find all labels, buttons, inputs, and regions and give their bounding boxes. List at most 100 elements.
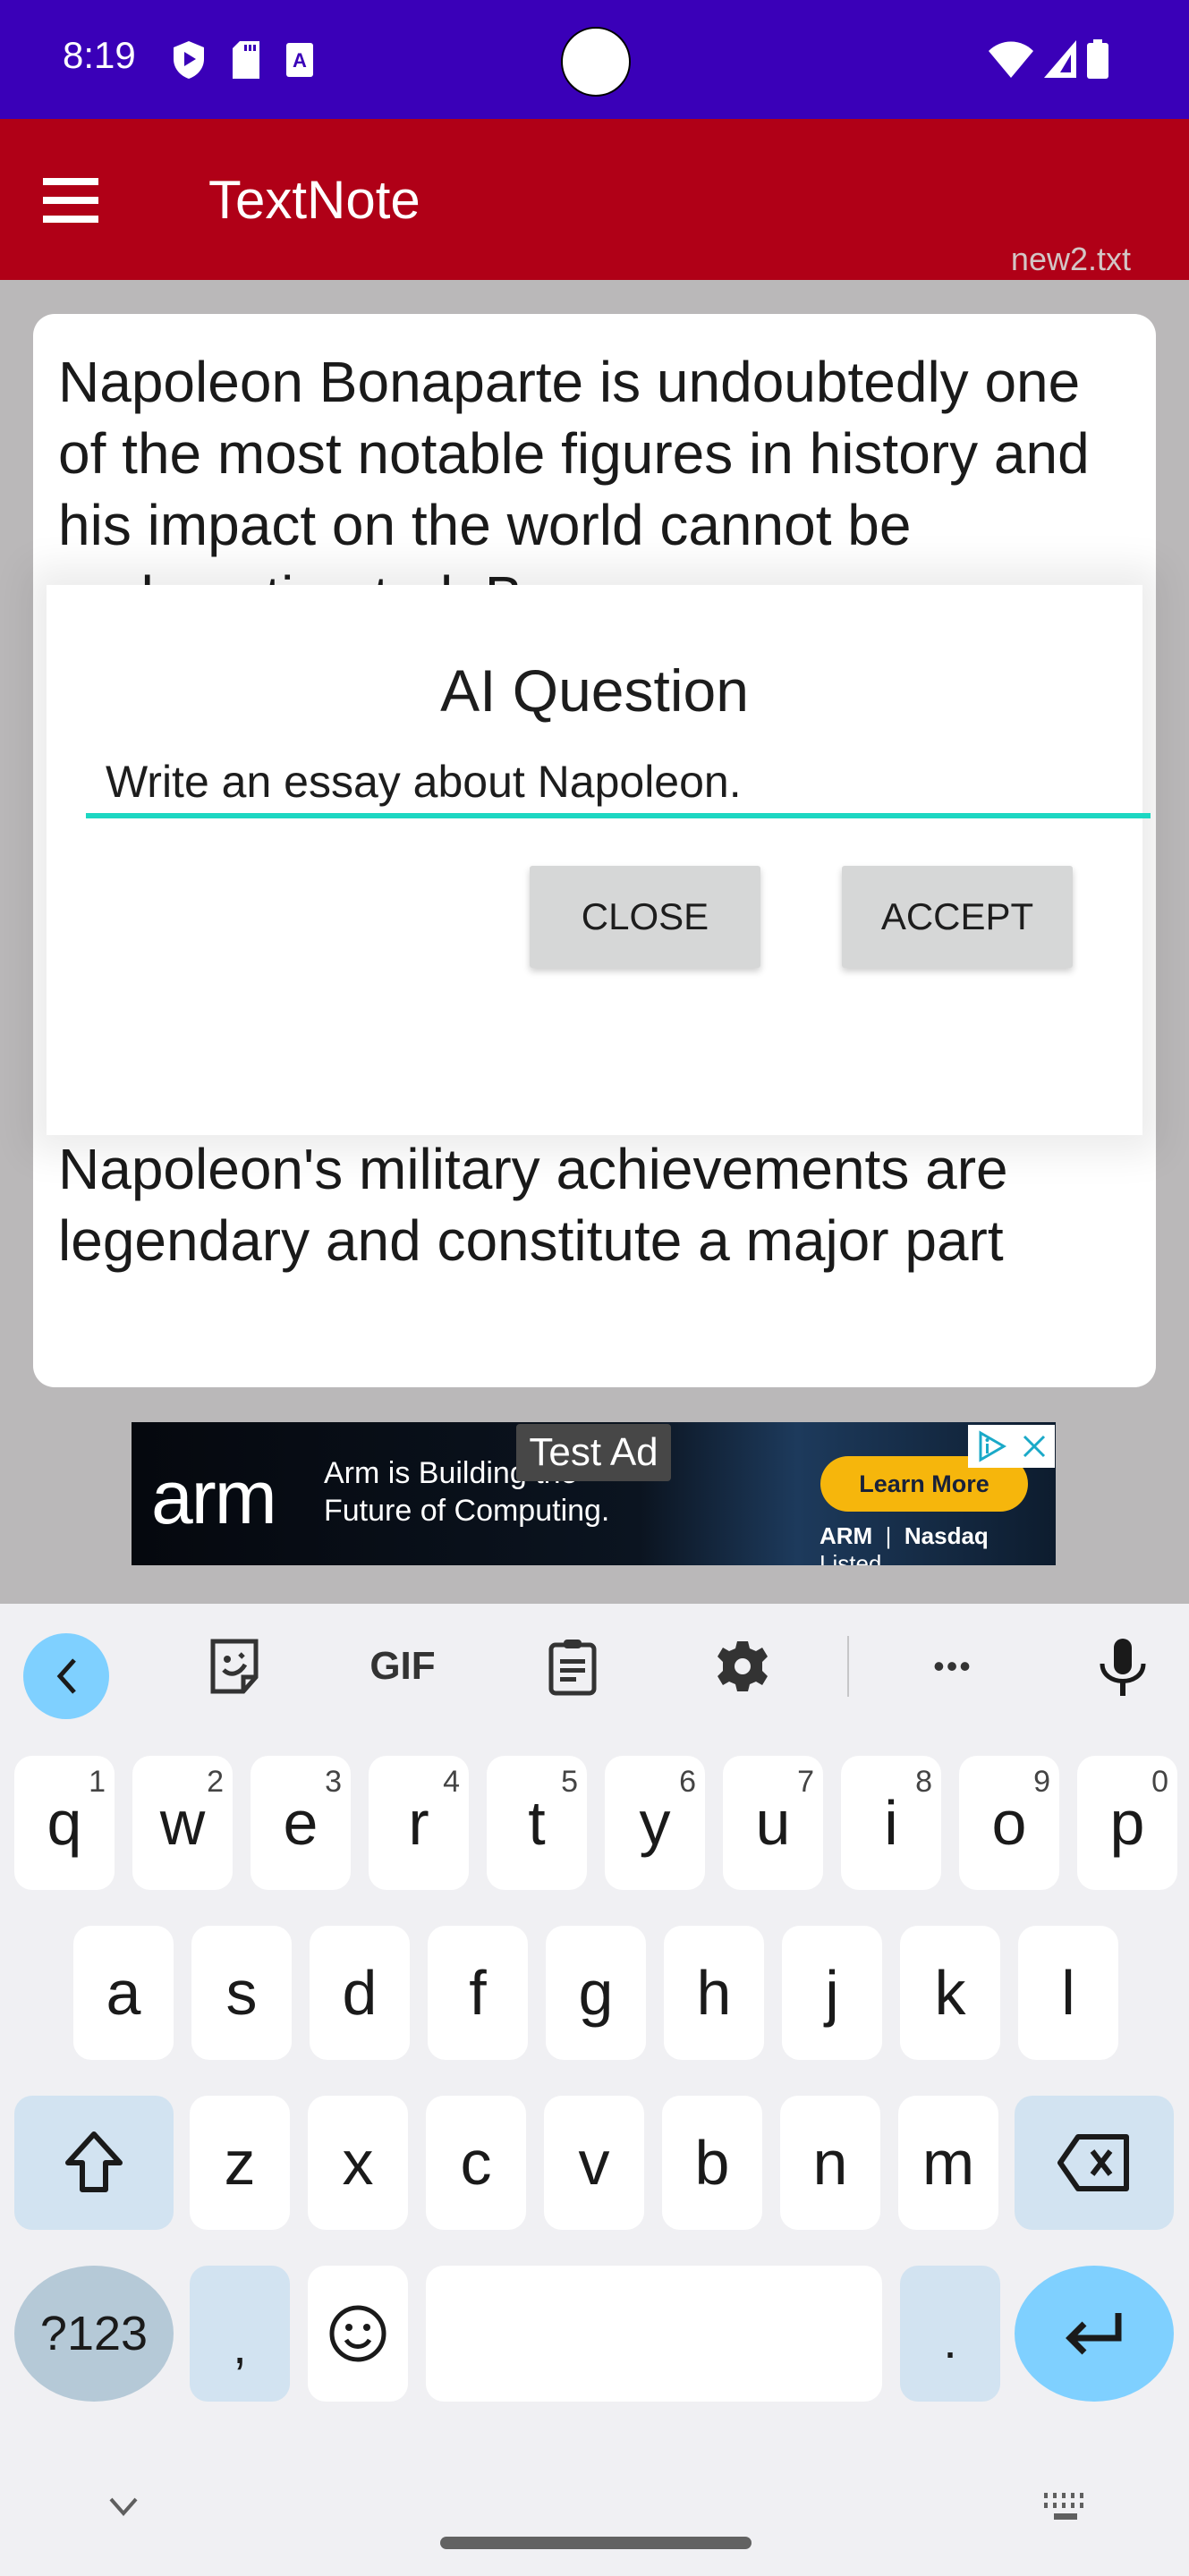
keyboard-a-icon: A	[286, 43, 313, 77]
key-o[interactable]: o9	[959, 1756, 1059, 1890]
key-label: u	[755, 1788, 791, 1858]
key-hint: 3	[325, 1765, 342, 1799]
key-hint: 8	[915, 1765, 932, 1799]
key-t[interactable]: t5	[487, 1756, 587, 1890]
adchoices-icon[interactable]	[975, 1430, 1007, 1462]
ai-question-input[interactable]	[86, 750, 1151, 818]
key-label: w	[159, 1788, 206, 1858]
key-label: o	[991, 1788, 1027, 1858]
key-a[interactable]: a	[73, 1926, 174, 2060]
key-label: y	[639, 1788, 671, 1858]
key-u[interactable]: u7	[723, 1756, 823, 1890]
ad-choices[interactable]	[968, 1425, 1055, 1468]
comma-key[interactable]: ,	[190, 2266, 290, 2402]
shift-icon	[65, 2131, 123, 2192]
chevron-left-icon	[56, 1658, 76, 1694]
key-z[interactable]: z	[190, 2096, 290, 2230]
close-button[interactable]: CLOSE	[530, 866, 760, 968]
gif-button[interactable]: GIF	[362, 1623, 443, 1709]
emoji-icon	[329, 2305, 386, 2362]
key-v[interactable]: v	[544, 2096, 644, 2230]
svg-text:A: A	[293, 49, 307, 72]
play-protect-icon	[174, 41, 204, 79]
hide-keyboard-button[interactable]	[106, 2496, 141, 2521]
keyboard-switch-icon	[1044, 2493, 1083, 2520]
period-key[interactable]: .	[900, 2266, 1000, 2402]
key-hint: 7	[797, 1765, 814, 1799]
key-p[interactable]: p0	[1077, 1756, 1177, 1890]
ad-footer-suffix: Listed	[820, 1550, 882, 1565]
key-label: i	[884, 1788, 898, 1858]
key-c[interactable]: c	[426, 2096, 526, 2230]
microphone-icon	[1100, 1639, 1146, 1696]
more-options-button[interactable]: •••	[913, 1623, 993, 1709]
key-hint: 1	[89, 1765, 106, 1799]
switch-keyboard-button[interactable]	[1042, 2491, 1089, 2528]
key-hint: 5	[561, 1765, 578, 1799]
keyboard-settings-button[interactable]	[707, 1623, 778, 1709]
space-key[interactable]	[426, 2266, 882, 2402]
key-label: r	[408, 1788, 429, 1858]
key-label: p	[1109, 1788, 1145, 1858]
enter-key[interactable]	[1015, 2266, 1174, 2402]
ad-logo: arm	[151, 1455, 277, 1539]
backspace-key[interactable]	[1015, 2096, 1174, 2230]
toolbar-divider	[847, 1636, 849, 1697]
symbols-key[interactable]: ?123	[14, 2266, 174, 2402]
voice-input-button[interactable]	[1087, 1623, 1159, 1709]
key-n[interactable]: n	[780, 2096, 880, 2230]
app-title: TextNote	[208, 170, 420, 230]
key-hint: 0	[1151, 1765, 1168, 1799]
key-label: q	[47, 1788, 82, 1858]
clipboard-icon	[548, 1640, 597, 1696]
status-bar: 8:19 A	[0, 0, 1189, 119]
key-label: t	[528, 1788, 546, 1858]
test-ad-label: Test Ad	[516, 1424, 671, 1481]
key-y[interactable]: y6	[605, 1756, 705, 1890]
key-w[interactable]: w2	[132, 1756, 233, 1890]
key-q[interactable]: q1	[14, 1756, 115, 1890]
key-x[interactable]: x	[308, 2096, 408, 2230]
camera-cutout	[561, 27, 631, 97]
key-g[interactable]: g	[546, 1926, 646, 2060]
key-f[interactable]: f	[428, 1926, 528, 2060]
key-hint: 6	[679, 1765, 696, 1799]
dialog-title: AI Question	[440, 657, 749, 724]
key-hint: 4	[443, 1765, 460, 1799]
ad-ticker: ARM	[820, 1522, 873, 1549]
key-e[interactable]: e3	[251, 1756, 351, 1890]
key-b[interactable]: b	[662, 2096, 762, 2230]
key-j[interactable]: j	[782, 1926, 882, 2060]
enter-icon	[1066, 2313, 1122, 2355]
backspace-icon	[1057, 2134, 1129, 2191]
key-h[interactable]: h	[664, 1926, 764, 2060]
clipboard-button[interactable]	[537, 1623, 608, 1709]
gesture-navigation-handle[interactable]	[440, 2537, 752, 2549]
keyboard-back-button[interactable]	[23, 1633, 109, 1719]
key-hint: 9	[1033, 1765, 1050, 1799]
ad-exchange: Nasdaq	[904, 1522, 989, 1549]
close-icon[interactable]	[1021, 1433, 1048, 1460]
emoji-key[interactable]	[308, 2266, 408, 2402]
soft-keyboard	[0, 1604, 1189, 2576]
app-bar: TextNote new2.txt	[0, 119, 1189, 280]
key-label: e	[283, 1788, 318, 1858]
ad-footer: ARM | Nasdaq Listed	[820, 1522, 1056, 1565]
key-hint: 2	[207, 1765, 224, 1799]
key-r[interactable]: r4	[369, 1756, 469, 1890]
key-m[interactable]: m	[898, 2096, 998, 2230]
ad-headline-line2: Future of Computing.	[324, 1494, 610, 1528]
key-k[interactable]: k	[900, 1926, 1000, 2060]
sticker-icon	[210, 1639, 259, 1694]
chevron-down-icon	[109, 2497, 138, 2517]
shift-key[interactable]	[14, 2096, 174, 2230]
key-l[interactable]: l	[1018, 1926, 1118, 2060]
key-d[interactable]: d	[310, 1926, 410, 2060]
key-s[interactable]: s	[191, 1926, 292, 2060]
sticker-button[interactable]	[199, 1623, 270, 1709]
key-i[interactable]: i8	[841, 1756, 941, 1890]
cellular-signal-icon	[1044, 40, 1076, 78]
hamburger-menu-icon[interactable]	[43, 178, 98, 223]
accept-button[interactable]: ACCEPT	[842, 866, 1073, 968]
sd-card-icon	[233, 41, 259, 79]
